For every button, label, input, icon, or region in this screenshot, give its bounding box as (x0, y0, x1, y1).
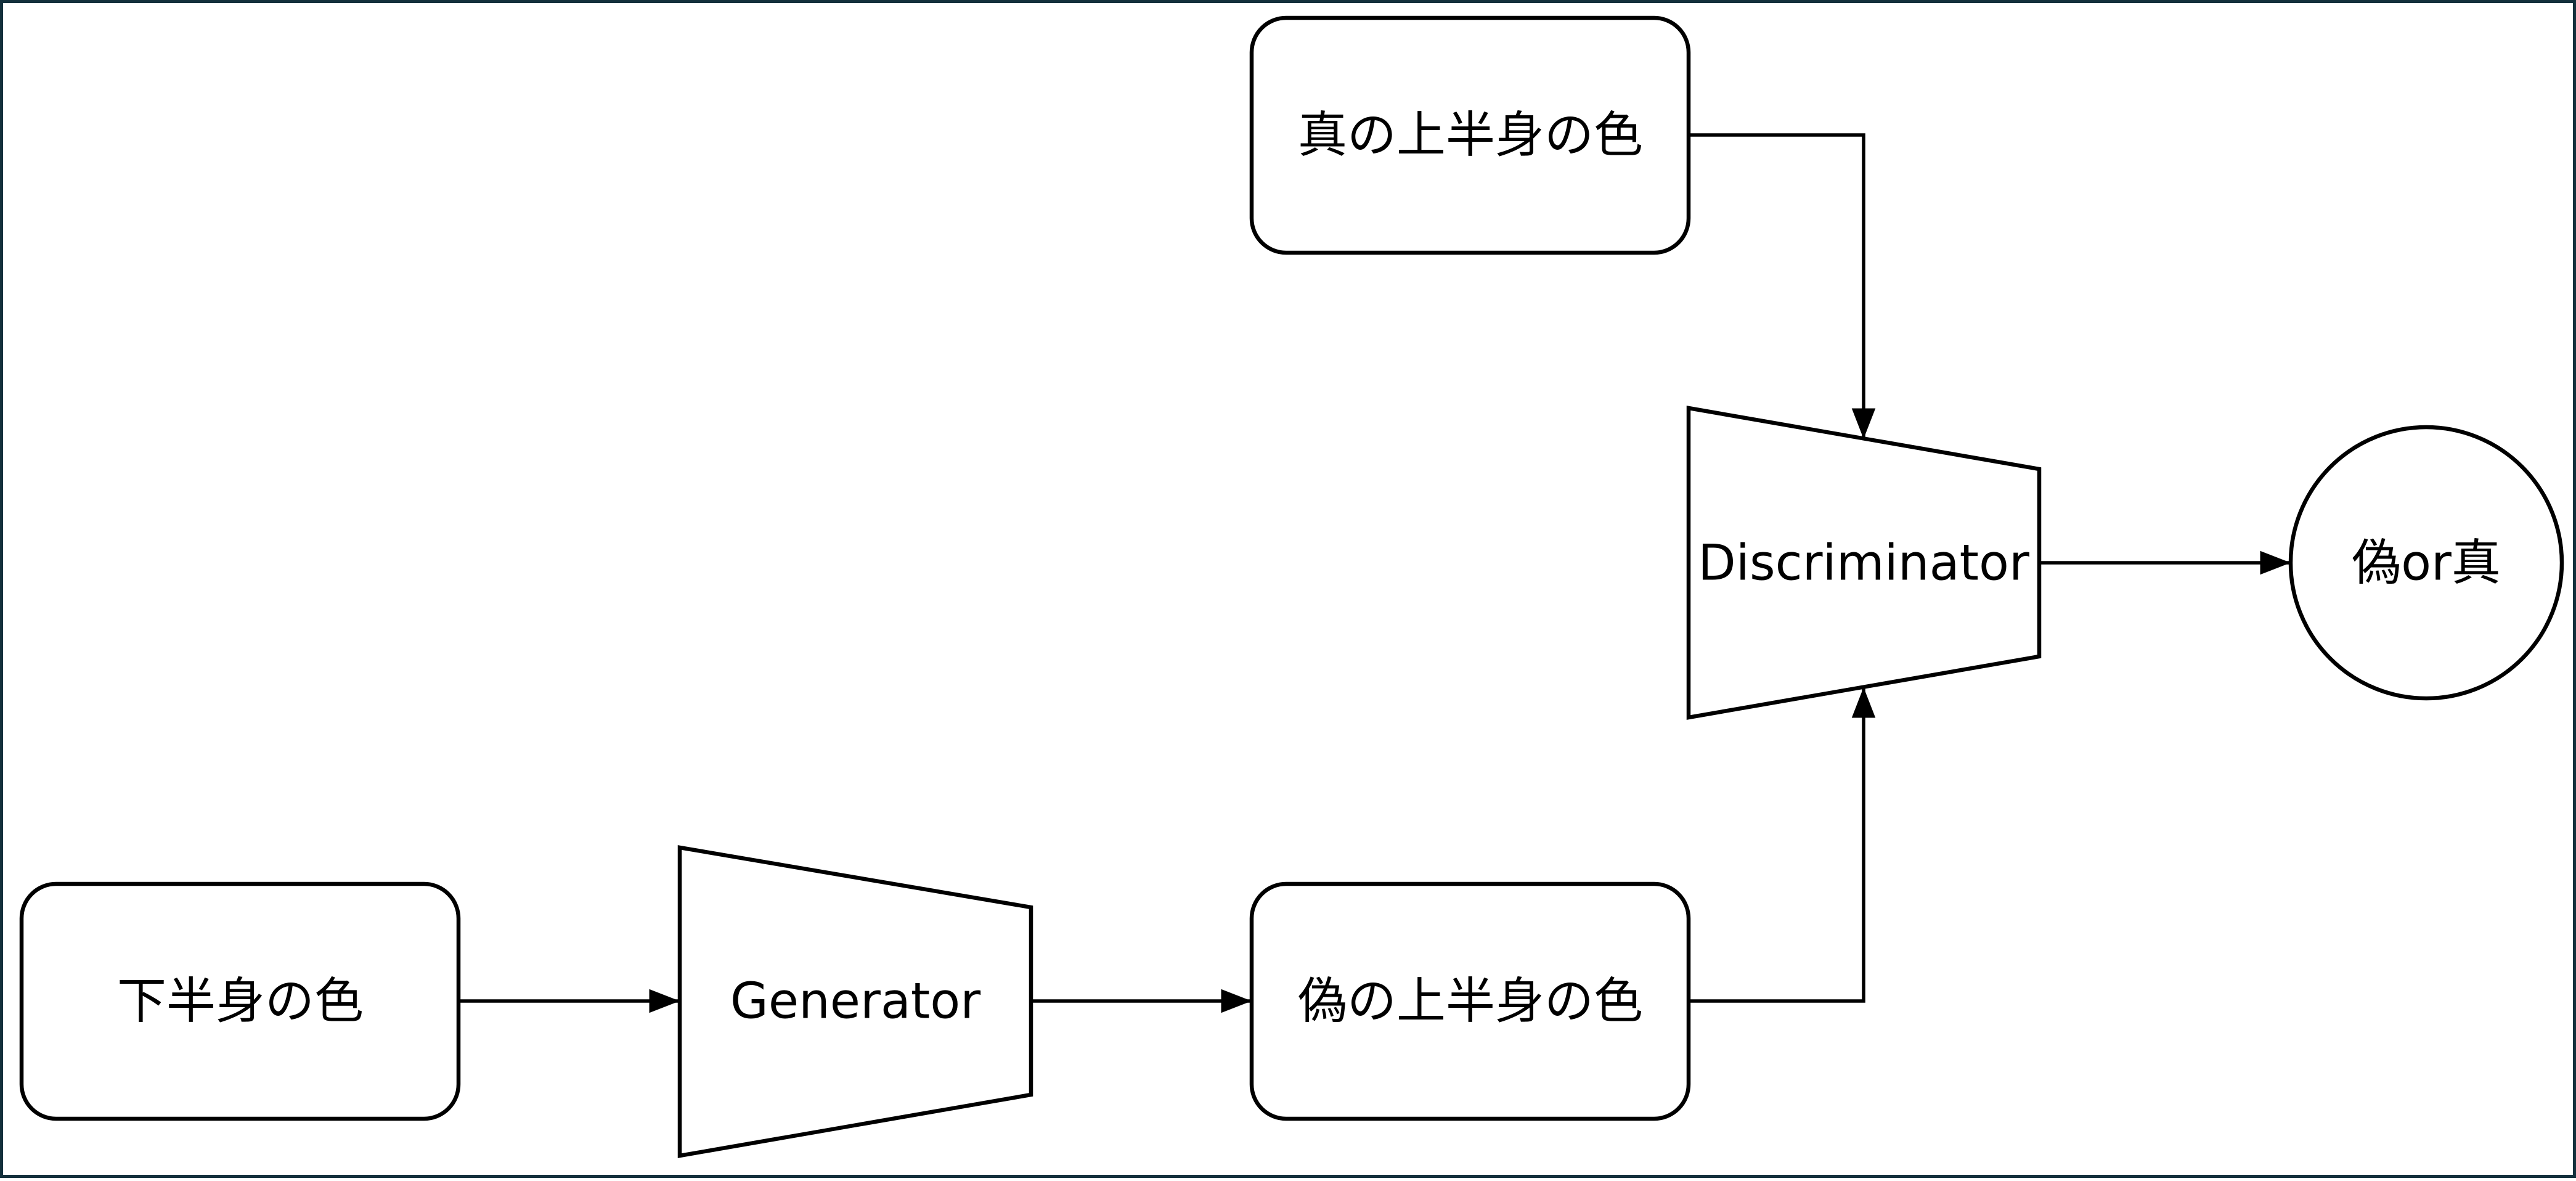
fake-upper-body-label: 偽の上半身の色 (1298, 973, 1643, 1030)
true-upper-body-node: 真の上半身の色 (1249, 15, 1691, 255)
true-upper-body-label: 真の上半身の色 (1298, 107, 1643, 164)
generator-node: Generator (677, 845, 1033, 1158)
lower-body-node: 下半身の色 (19, 881, 461, 1121)
edge-true-upper-to-discriminator (1689, 133, 1876, 439)
output-label: 偽or真 (2352, 534, 2501, 592)
edge-fake-upper-to-discriminator (1689, 687, 1876, 1003)
flow-diagram: 真の上半身の色 下半身の色 Generator 偽の上半身の色 Discrimi… (19, 15, 2564, 1158)
output-node: 偽or真 (2288, 425, 2564, 701)
lower-body-label: 下半身の色 (117, 973, 364, 1030)
fake-upper-body-node: 偽の上半身の色 (1249, 881, 1691, 1121)
discriminator-node: Discriminator (1686, 406, 2042, 720)
discriminator-label: Discriminator (1698, 534, 2029, 592)
diagram-canvas: 真の上半身の色 下半身の色 Generator 偽の上半身の色 Discrimi… (0, 0, 2576, 1178)
generator-label: Generator (730, 973, 980, 1030)
